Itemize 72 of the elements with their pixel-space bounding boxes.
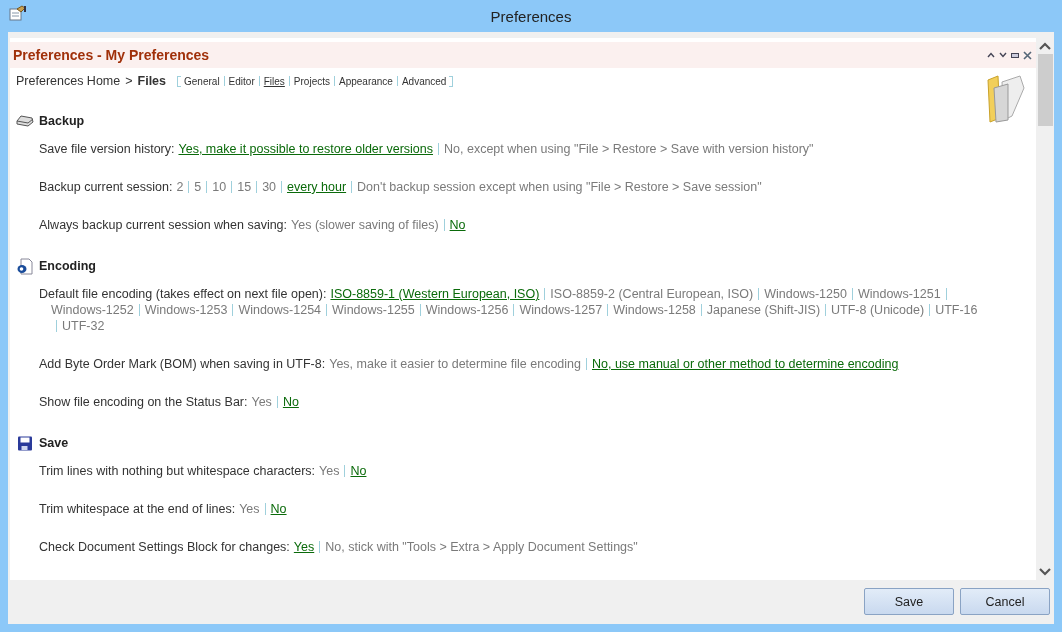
- option-link[interactable]: 10: [212, 180, 227, 194]
- option-link[interactable]: 5: [194, 180, 202, 194]
- option-link[interactable]: Windows-1254: [238, 303, 322, 317]
- setting-label: Show file encoding on the Status Bar:: [39, 395, 248, 409]
- option-link[interactable]: Windows-1257: [519, 303, 603, 317]
- caret-down-icon[interactable]: [999, 52, 1007, 58]
- close-icon[interactable]: [1023, 50, 1032, 60]
- drive-icon: [16, 115, 34, 127]
- minimize-icon[interactable]: [1011, 52, 1019, 58]
- option-link[interactable]: ISO-8859-2 (Central European, ISO): [550, 287, 754, 301]
- option-link[interactable]: every hour: [287, 180, 347, 194]
- setting-label: Default file encoding (takes effect on next file open):: [39, 287, 327, 301]
- nav-link[interactable]: Advanced: [401, 76, 447, 87]
- setting-label: Always backup current session when saving:: [39, 218, 288, 232]
- breadcrumb-link[interactable]: Preferences Home: [16, 74, 121, 88]
- option-link[interactable]: Yes: [239, 502, 260, 516]
- scroll-up-icon[interactable]: [1039, 42, 1051, 50]
- option-link[interactable]: 15: [237, 180, 252, 194]
- breadcrumb-separator: >: [125, 74, 133, 88]
- option-link[interactable]: Windows-1256: [425, 303, 509, 317]
- scroll-thumb[interactable]: [1037, 54, 1053, 126]
- cancel-button[interactable]: Cancel: [960, 588, 1050, 615]
- option-link[interactable]: No: [270, 502, 287, 516]
- option-link[interactable]: Yes: [251, 395, 272, 409]
- option-link[interactable]: No: [282, 395, 299, 409]
- setting-label: Trim lines with nothing but whitespace characters:: [39, 464, 316, 478]
- option-link[interactable]: UTF-8 (Unicode): [831, 303, 925, 317]
- option-link[interactable]: No: [350, 464, 367, 478]
- option-link[interactable]: 30: [262, 180, 277, 194]
- scroll-down-icon[interactable]: [1039, 568, 1051, 576]
- option-link[interactable]: UTF-32: [62, 319, 105, 333]
- option-link[interactable]: No: [449, 218, 466, 232]
- document-icon: [16, 257, 34, 275]
- caret-up-icon[interactable]: [987, 52, 995, 58]
- option-link[interactable]: Yes: [293, 540, 315, 554]
- option-link[interactable]: No, stick with "Tools > Extra > Apply Document Settings": [325, 540, 638, 554]
- setting-label: Trim whitespace at the end of lines:: [39, 502, 236, 516]
- option-link[interactable]: Windows-1251: [857, 287, 941, 301]
- option-link[interactable]: 2: [176, 180, 184, 194]
- option-link[interactable]: Yes (slower saving of files): [291, 218, 439, 232]
- option-link[interactable]: Yes, make it possible to restore older versions: [178, 142, 433, 156]
- window-title: Preferences: [490, 7, 572, 25]
- breadcrumb-current: Files: [137, 74, 167, 88]
- section-title: Backup: [39, 114, 85, 128]
- option-link[interactable]: Yes: [319, 464, 340, 478]
- option-link[interactable]: Don't backup session except when using "File > Restore > Save session": [357, 180, 762, 194]
- option-link[interactable]: Japanese (Shift-JIS): [706, 303, 821, 317]
- option-link[interactable]: Yes, make it easier to determine file encoding: [329, 357, 581, 371]
- option-link[interactable]: Windows-1250: [764, 287, 847, 301]
- setting-label: Add Byte Order Mark (BOM) when saving in UTF-8:: [39, 357, 326, 371]
- option-link[interactable]: Windows-1253: [144, 303, 228, 317]
- nav-link[interactable]: Projects: [293, 76, 330, 87]
- option-link[interactable]: Windows-1258: [613, 303, 696, 317]
- folder-icon: [986, 74, 1026, 124]
- option-link[interactable]: Windows-1252: [51, 303, 134, 317]
- setting-label: Save file version history:: [39, 142, 175, 156]
- option-link[interactable]: UTF-16: [935, 303, 978, 317]
- option-link[interactable]: Windows-1255: [332, 303, 415, 317]
- option-link[interactable]: No, use manual or other method to determine encoding: [591, 357, 899, 371]
- option-link[interactable]: No, except when using "File > Restore > Save with version history": [444, 142, 814, 156]
- save-button[interactable]: Save: [864, 588, 954, 615]
- nav-link[interactable]: Appearance: [339, 76, 393, 87]
- option-link[interactable]: ISO-8859-1 (Western European, ISO): [330, 287, 540, 301]
- setting-label: Check Document Settings Block for changes:: [39, 540, 290, 554]
- app-icon: [9, 5, 27, 21]
- nav-link[interactable]: General: [184, 76, 220, 87]
- section-title: Save: [39, 436, 69, 450]
- panel-title: Preferences - My Preferences: [13, 47, 210, 63]
- section-title: Encoding: [39, 259, 96, 273]
- nav-link[interactable]: Files: [263, 76, 285, 87]
- setting-label: Backup current session:: [39, 180, 173, 194]
- nav-link[interactable]: Editor: [228, 76, 255, 87]
